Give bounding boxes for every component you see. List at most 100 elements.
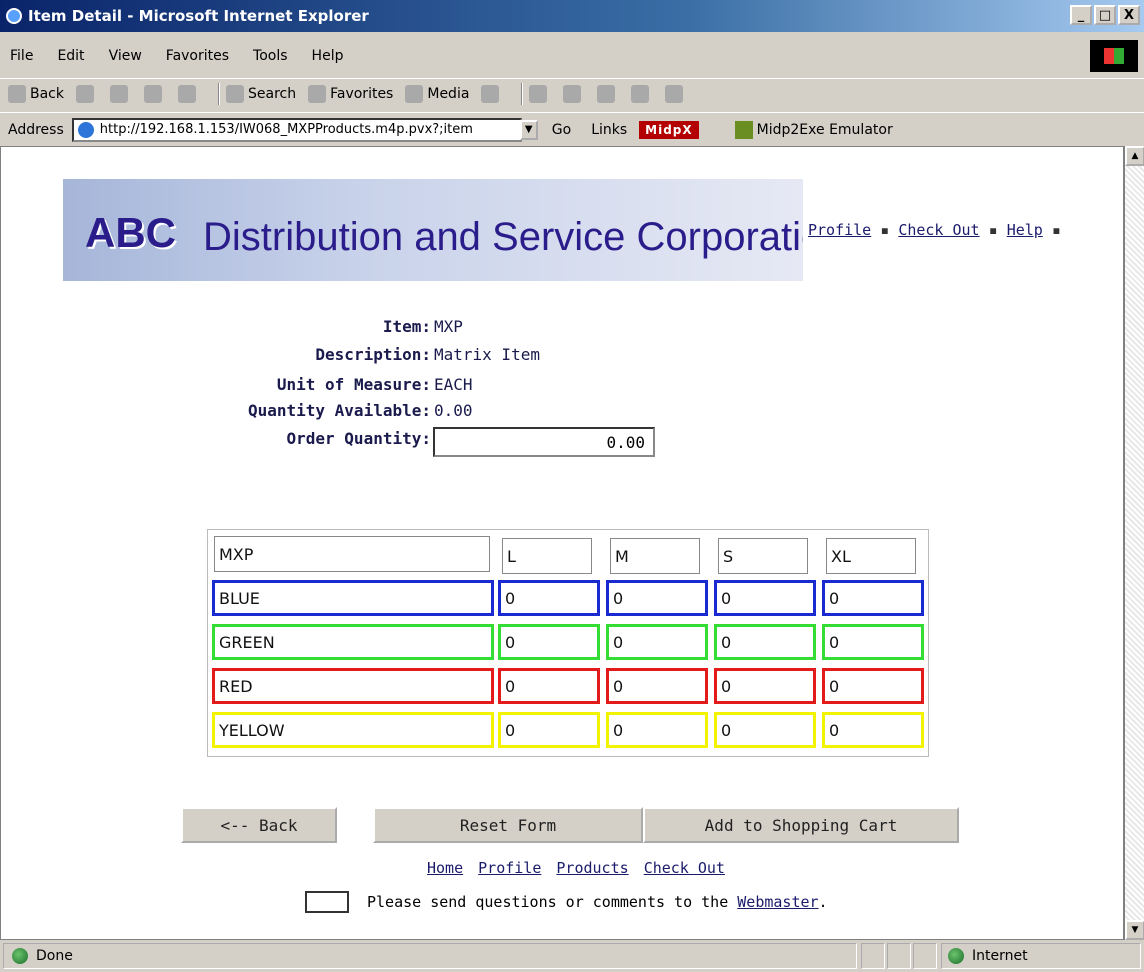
footer-home-link[interactable]: Home (427, 859, 463, 877)
order-quantity-input[interactable]: 0.00 (433, 427, 655, 457)
status-panel (861, 943, 885, 969)
red-s-input[interactable]: 0 (714, 668, 816, 704)
close-button[interactable]: X (1118, 5, 1140, 25)
emulator-icon (734, 120, 753, 139)
matrix-header-size-m[interactable]: M (610, 538, 700, 574)
green-l-input[interactable]: 0 (498, 624, 600, 660)
menu-tools[interactable]: Tools (253, 48, 288, 64)
window-titlebar[interactable]: Item Detail - Microsoft Internet Explore… (0, 0, 1144, 32)
footer-period: . (818, 893, 828, 911)
back-button[interactable]: <-- Back (181, 807, 337, 843)
menu-file[interactable]: File (10, 48, 33, 64)
footer-checkout-link[interactable]: Check Out (644, 859, 725, 877)
messenger-button[interactable] (665, 84, 687, 103)
matrix-header-size-xl[interactable]: XL (826, 538, 916, 574)
matrix-header-item[interactable]: MXP (214, 536, 490, 572)
menu-view[interactable]: View (109, 48, 142, 64)
print-button[interactable] (563, 84, 585, 103)
green-s-input[interactable]: 0 (714, 624, 816, 660)
page-content: ABC Distribution and Service Corporation… (0, 146, 1124, 940)
blue-l-input[interactable]: 0 (498, 580, 600, 616)
stop-button[interactable] (110, 84, 132, 103)
quantity-available-value: 0.00 (434, 401, 473, 420)
yellow-xl-input[interactable]: 0 (822, 712, 924, 748)
emulator-button[interactable]: Midp2Exe Emulator (734, 120, 893, 139)
menu-edit[interactable]: Edit (57, 48, 84, 64)
discuss-button[interactable] (631, 84, 653, 103)
mail-icon (305, 891, 349, 913)
footer-profile-link[interactable]: Profile (478, 859, 541, 877)
address-input[interactable]: http://192.168.1.153/IW068_MXPProducts.m… (71, 117, 522, 142)
back-toolbar-button[interactable]: Back (8, 84, 64, 103)
red-l-input[interactable]: 0 (498, 668, 600, 704)
home-button[interactable] (178, 84, 200, 103)
blue-m-input[interactable]: 0 (606, 580, 708, 616)
row-label-red[interactable]: RED (212, 668, 494, 704)
uom-row: Unit of Measure: (1, 375, 431, 395)
quantity-available-label: Quantity Available: (247, 401, 431, 420)
media-icon (405, 84, 424, 103)
go-button[interactable]: Go (552, 122, 571, 138)
toolbar-separator (521, 82, 524, 105)
search-icon (226, 84, 244, 103)
row-label-green[interactable]: GREEN (212, 624, 494, 660)
media-toolbar-button[interactable]: Media (405, 84, 469, 103)
favorites-toolbar-button[interactable]: Favorites (308, 84, 393, 103)
nav-help-link[interactable]: Help (1007, 221, 1043, 239)
green-xl-input[interactable]: 0 (822, 624, 924, 660)
links-button[interactable]: Links (591, 122, 627, 138)
scroll-up-button[interactable]: ▲ (1125, 146, 1144, 166)
footer-products-link[interactable]: Products (556, 859, 628, 877)
forward-toolbar-button[interactable] (76, 84, 98, 103)
description-value: Matrix Item (434, 345, 540, 364)
menu-help[interactable]: Help (312, 48, 344, 64)
reset-form-button[interactable]: Reset Form (373, 807, 643, 843)
history-button[interactable] (481, 84, 503, 103)
menu-favorites[interactable]: Favorites (166, 48, 229, 64)
matrix-header-size-l[interactable]: L (502, 538, 592, 574)
edit-icon (597, 84, 616, 103)
item-label: Item: (382, 317, 431, 336)
webmaster-link[interactable]: Webmaster (737, 893, 818, 911)
description-row: Description: (1, 345, 431, 365)
red-xl-input[interactable]: 0 (822, 668, 924, 704)
mail-icon (529, 84, 548, 103)
row-label-yellow[interactable]: YELLOW (212, 712, 494, 748)
scroll-down-button[interactable]: ▼ (1125, 920, 1144, 940)
toolbar-separator (218, 82, 220, 105)
order-quantity-label: Order Quantity: (286, 429, 432, 448)
blue-s-input[interactable]: 0 (714, 580, 816, 616)
nav-profile-link[interactable]: Profile (808, 221, 871, 239)
search-toolbar-button[interactable]: Search (226, 84, 296, 103)
refresh-button[interactable] (144, 84, 166, 103)
address-dropdown-button[interactable]: ▼ (519, 119, 538, 140)
banner-company-name: Distribution and Service Corporation (203, 215, 803, 259)
mail-button[interactable] (529, 84, 551, 103)
row-label-blue[interactable]: BLUE (212, 580, 494, 616)
footer-contact: Please send questions or comments to the… (305, 891, 828, 913)
discuss-icon (631, 84, 650, 103)
add-to-cart-button[interactable]: Add to Shopping Cart (643, 807, 959, 843)
edit-button[interactable] (597, 84, 619, 103)
matrix-header-size-s[interactable]: S (718, 538, 808, 574)
yellow-m-input[interactable]: 0 (606, 712, 708, 748)
blue-xl-input[interactable]: 0 (822, 580, 924, 616)
vertical-scrollbar[interactable]: ▲ ▼ (1124, 146, 1144, 940)
midpx-toolbar-button[interactable]: MidpX (639, 120, 699, 139)
minimize-button[interactable]: _ (1070, 5, 1092, 25)
standard-toolbar: Back Search Favorites Media (0, 78, 1144, 108)
top-nav: Profile ▪ Check Out ▪ Help ▪ (808, 221, 1061, 239)
nav-checkout-link[interactable]: Check Out (898, 221, 979, 239)
address-url: http://192.168.1.153/IW068_MXPProducts.m… (99, 122, 473, 137)
green-m-input[interactable]: 0 (606, 624, 708, 660)
security-zone: Internet (941, 943, 1141, 969)
uom-label: Unit of Measure: (276, 375, 431, 394)
yellow-l-input[interactable]: 0 (498, 712, 600, 748)
maximize-button[interactable]: □ (1094, 5, 1116, 25)
order-quantity-row: Order Quantity: (1, 429, 432, 449)
yellow-s-input[interactable]: 0 (714, 712, 816, 748)
back-arrow-icon (8, 84, 26, 103)
red-m-input[interactable]: 0 (606, 668, 708, 704)
address-bar: Address http://192.168.1.153/IW068_MXPPr… (0, 112, 1144, 146)
page-done-icon (12, 948, 28, 964)
